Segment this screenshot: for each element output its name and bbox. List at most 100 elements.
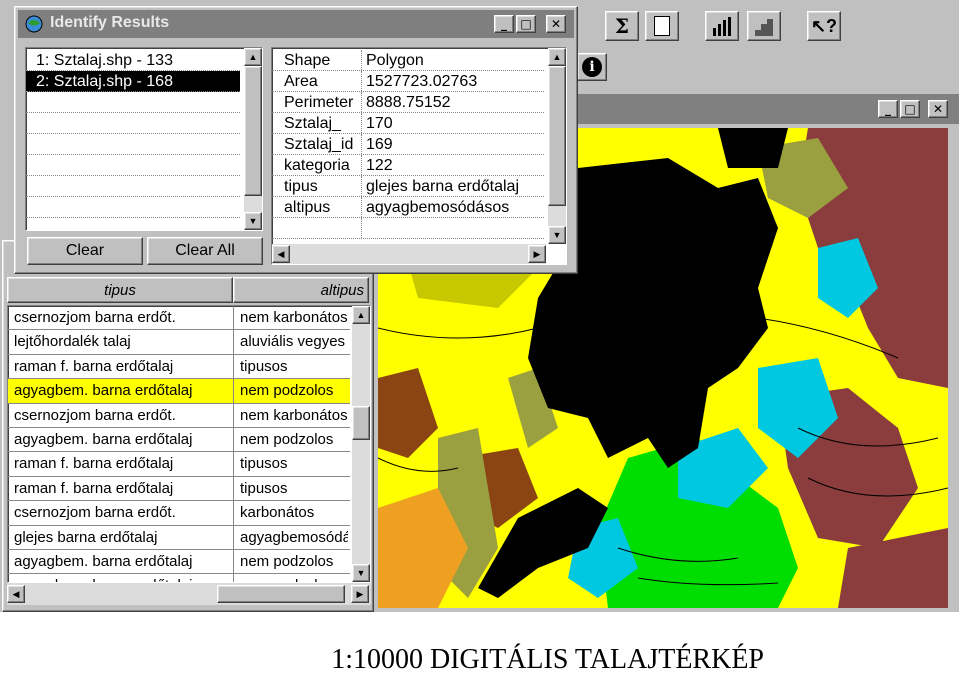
cell-altipus: nem podzolos <box>234 574 348 582</box>
table-row[interactable]: raman f. barna erdőtalaj tipusos <box>8 452 350 477</box>
cell-tipus: agyagbem. barna erdőtalaj <box>8 427 234 452</box>
attribute-value: 8888.75152 <box>366 94 451 111</box>
cell-altipus: nem podzolos <box>240 552 334 570</box>
scroll-up-button[interactable]: ▲ <box>548 48 566 66</box>
cell-tipus: agyagbem. barna erdőtalaj <box>8 379 234 403</box>
table-row[interactable]: lejtőhordalék talaj aluviális vegyes <box>8 330 350 355</box>
scroll-up-button[interactable]: ▲ <box>244 48 262 66</box>
empty-result-row <box>26 176 240 197</box>
cell-altipus: tipusos <box>240 455 288 473</box>
attribute-value: 170 <box>366 115 393 132</box>
identify-results-dialog: Identify Results _ □ ✕ 1: Sztalaj.shp - … <box>14 6 578 274</box>
attribute-key: Shape <box>272 50 362 70</box>
close-button[interactable]: ✕ <box>546 15 566 33</box>
cell-altipus: nem karbonátos <box>240 406 348 424</box>
attribute-table-window: tipus altipus csernozjom barna erdőt. nem… <box>2 240 374 612</box>
attribute-value: 169 <box>366 136 393 153</box>
table-horizontal-scrollbar[interactable]: ◀ ▶ <box>7 583 371 605</box>
help-pointer-icon[interactable]: ↖? <box>807 11 841 41</box>
scroll-right-button[interactable]: ▶ <box>351 585 369 603</box>
table-row[interactable]: glejes barna erdőtalaj agyagbemosódásos <box>8 525 350 550</box>
bar-chart-icon[interactable] <box>705 11 739 41</box>
scroll-left-button[interactable]: ◀ <box>272 245 290 263</box>
cell-altipus: tipusos <box>240 479 288 497</box>
empty-result-row <box>26 113 240 134</box>
attribute-row: Shape Polygon <box>272 50 544 71</box>
caption: 1:10000 DIGITÁLIS TALAJTÉRKÉP <box>331 644 764 675</box>
maximize-button[interactable]: □ <box>516 15 536 33</box>
cell-tipus: csernozjom barna erdőt. <box>8 403 234 427</box>
attribute-key <box>272 218 362 238</box>
minimize-button[interactable]: _ <box>494 15 514 33</box>
attribute-value: Polygon <box>366 52 424 69</box>
calculator-icon[interactable] <box>645 11 679 41</box>
attribute-row: kategoria 122 <box>272 155 544 176</box>
scroll-down-button[interactable]: ▼ <box>352 564 370 582</box>
table-row[interactable]: csernozjom barna erdőt. nem karbonátos <box>8 306 350 331</box>
attribute-key: kategoria <box>272 155 362 175</box>
table-row[interactable]: agyagbem. barna erdőtalajnem podzolos <box>8 379 350 404</box>
table-vertical-scrollbar[interactable]: ▲ ▼ <box>352 306 370 582</box>
scroll-down-button[interactable]: ▼ <box>548 226 566 244</box>
cell-altipus: karbonátos <box>240 504 315 522</box>
table-row[interactable]: raman f. barna erdőtalaj tipusos <box>8 476 350 502</box>
minimize-button[interactable]: _ <box>878 100 898 118</box>
attribute-key: tipus <box>272 176 362 196</box>
cell-altipus: agyagbemosódásos <box>240 528 348 546</box>
empty-attribute-row <box>272 218 544 239</box>
attribute-key: Perimeter <box>272 92 362 112</box>
clear-all-button[interactable]: Clear All <box>147 237 263 265</box>
secondary-toolbar: i <box>575 52 959 84</box>
attributes-h-scrollbar[interactable]: ◀ ▶ <box>272 244 546 264</box>
table-rows: csernozjom barna erdőt. nem karbonátos lej… <box>8 306 350 582</box>
table-row[interactable]: csernozjom barna erdőt. karbonátos <box>8 501 350 526</box>
attribute-row: tipus glejes barna erdőtalaj <box>272 176 544 197</box>
scroll-thumb[interactable] <box>548 66 566 206</box>
scroll-h-thumb[interactable] <box>217 585 345 603</box>
cell-altipus: tipusos <box>240 357 288 375</box>
attribute-rows: Shape Polygon Area 1527723.02763 Perimeter 88… <box>272 50 544 239</box>
table-row[interactable]: agyagbem. barna erdőtalajnem podzolos <box>8 574 350 582</box>
attribute-value: glejes barna erdőtalaj <box>366 178 519 195</box>
scroll-thumb[interactable] <box>352 406 370 440</box>
close-button[interactable]: ✕ <box>928 100 948 118</box>
result-item[interactable]: 1: Sztalaj.shp - 133 <box>26 50 240 71</box>
identify-app-icon <box>24 14 44 34</box>
sigma-icon[interactable]: Σ <box>605 11 639 41</box>
attribute-value: 122 <box>366 157 393 174</box>
cell-tipus: agyagbem. barna erdőtalaj <box>8 574 234 582</box>
empty-result-row <box>26 92 240 113</box>
cell-tipus: csernozjom barna erdőt. <box>8 501 234 525</box>
scroll-thumb[interactable] <box>244 66 262 196</box>
scroll-right-button[interactable]: ▶ <box>528 245 546 263</box>
clear-button[interactable]: Clear <box>27 237 143 265</box>
cell-tipus: glejes barna erdőtalaj <box>8 525 234 549</box>
attribute-row: Sztalaj_id 169 <box>272 134 544 155</box>
scroll-up-button[interactable]: ▲ <box>352 306 370 324</box>
attribute-key: altipus <box>272 197 362 217</box>
main-toolbar: Σ ↖? <box>575 8 959 48</box>
attribute-key: Area <box>272 71 362 91</box>
table-body: csernozjom barna erdőt. nem karbonátos lej… <box>7 305 371 583</box>
table-row[interactable]: agyagbem. barna erdőtalajnem podzolos <box>8 427 350 453</box>
empty-result-row <box>26 197 240 218</box>
attribute-value: agyagbemosódásos <box>366 199 510 216</box>
empty-result-row <box>26 134 240 155</box>
attributes-v-scrollbar[interactable]: ▲ ▼ <box>548 48 566 244</box>
table-row[interactable]: raman f. barna erdőtalaj tipusos <box>8 354 350 380</box>
scroll-down-button[interactable]: ▼ <box>244 212 262 230</box>
info-icon[interactable]: i <box>577 53 607 81</box>
table-row[interactable]: csernozjom barna erdőt. nem karbonátos <box>8 403 350 428</box>
attribute-key: Sztalaj_ <box>272 113 362 133</box>
column-header-tipus[interactable]: tipus <box>7 277 233 303</box>
attribute-row: Sztalaj_ 170 <box>272 113 544 134</box>
scroll-left-button[interactable]: ◀ <box>7 585 25 603</box>
column-header-altipus[interactable]: altipus <box>233 277 369 303</box>
attribute-value: 1527723.02763 <box>366 73 478 90</box>
results-list: 1: Sztalaj.shp - 133 2: Sztalaj.shp - 168… <box>25 47 263 231</box>
table-row[interactable]: agyagbem. barna erdőtalajnem podzolos <box>8 549 350 575</box>
results-scrollbar[interactable]: ▲ ▼ <box>244 48 262 230</box>
result-item[interactable]: 2: Sztalaj.shp - 168 <box>26 71 240 92</box>
maximize-button[interactable]: □ <box>900 100 920 118</box>
histogram-icon[interactable] <box>747 11 781 41</box>
